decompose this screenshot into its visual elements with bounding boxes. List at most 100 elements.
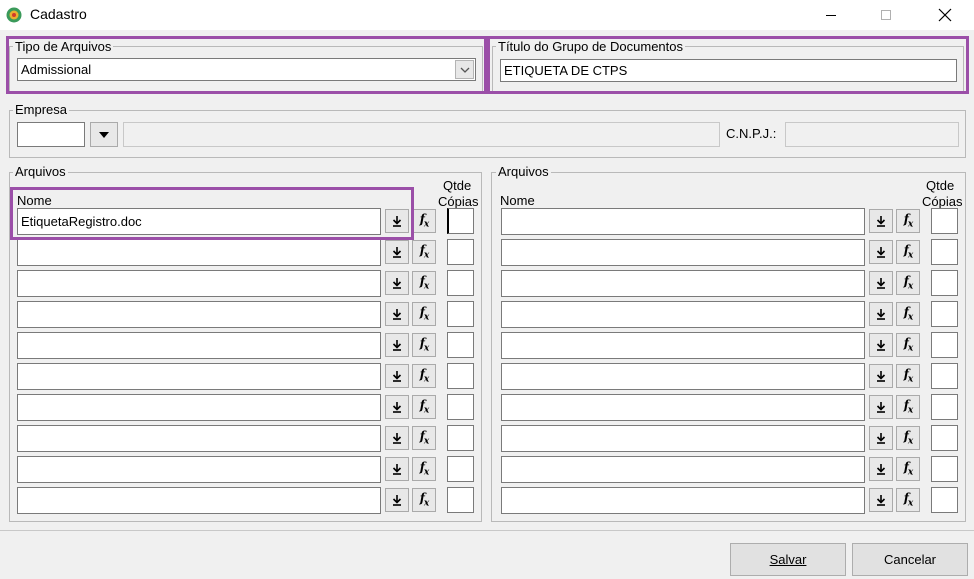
file-name-input[interactable] — [501, 208, 865, 235]
file-name-input[interactable] — [17, 332, 381, 359]
empresa-name-input[interactable] — [123, 122, 720, 147]
file-name-input[interactable] — [501, 239, 865, 266]
file-name-input[interactable] — [501, 456, 865, 483]
file-name-input[interactable] — [501, 487, 865, 514]
tipo-arquivos-select[interactable]: Admissional — [17, 58, 476, 81]
download-icon — [392, 216, 402, 227]
download-button[interactable] — [869, 488, 893, 512]
function-button[interactable]: fx — [412, 209, 436, 233]
download-button[interactable] — [869, 395, 893, 419]
file-name-input[interactable] — [17, 487, 381, 514]
file-name-input[interactable] — [501, 270, 865, 297]
copies-input[interactable] — [931, 487, 958, 513]
file-name-input[interactable] — [501, 394, 865, 421]
download-button[interactable] — [385, 488, 409, 512]
file-name-input[interactable] — [17, 239, 381, 266]
fx-function-icon: fx — [419, 305, 430, 323]
function-button[interactable]: fx — [896, 426, 920, 450]
download-button[interactable] — [385, 302, 409, 326]
maximize-button[interactable] — [863, 0, 909, 30]
function-button[interactable]: fx — [896, 364, 920, 388]
file-name-input[interactable] — [17, 301, 381, 328]
download-button[interactable] — [385, 426, 409, 450]
save-button[interactable]: Salvar — [730, 543, 846, 576]
file-name-input[interactable] — [17, 363, 381, 390]
download-button[interactable] — [385, 271, 409, 295]
copies-input[interactable] — [931, 208, 958, 234]
file-name-input[interactable] — [17, 456, 381, 483]
download-button[interactable] — [385, 395, 409, 419]
download-icon — [876, 278, 886, 289]
file-name-input[interactable] — [501, 332, 865, 359]
download-button[interactable] — [385, 333, 409, 357]
copies-input[interactable] — [931, 363, 958, 389]
function-button[interactable]: fx — [412, 457, 436, 481]
function-button[interactable]: fx — [896, 457, 920, 481]
copies-input[interactable] — [447, 487, 474, 513]
file-name-input[interactable] — [17, 394, 381, 421]
arquivos-left-label: Arquivos — [13, 164, 68, 179]
function-button[interactable]: fx — [896, 395, 920, 419]
download-button[interactable] — [869, 364, 893, 388]
copies-input[interactable] — [447, 425, 474, 451]
function-button[interactable]: fx — [412, 364, 436, 388]
empresa-dropdown-button[interactable] — [90, 122, 118, 147]
download-button[interactable] — [869, 457, 893, 481]
empresa-code-input[interactable] — [17, 122, 85, 147]
copies-input[interactable] — [931, 270, 958, 296]
file-name-input[interactable] — [501, 301, 865, 328]
fx-function-icon: fx — [903, 243, 914, 261]
download-button[interactable] — [385, 209, 409, 233]
copies-input[interactable] — [931, 425, 958, 451]
copies-input[interactable] — [447, 301, 474, 327]
close-button[interactable] — [922, 0, 968, 30]
download-icon — [876, 371, 886, 382]
copies-input[interactable] — [447, 332, 474, 358]
function-button[interactable]: fx — [896, 209, 920, 233]
copies-input[interactable] — [447, 270, 474, 296]
cancel-button[interactable]: Cancelar — [852, 543, 968, 576]
copies-input[interactable] — [931, 456, 958, 482]
copies-input[interactable] — [447, 394, 474, 420]
copies-input[interactable] — [447, 239, 474, 265]
titulo-grupo-input[interactable]: ETIQUETA DE CTPS — [500, 59, 957, 82]
copies-input[interactable] — [931, 239, 958, 265]
file-name-input[interactable]: EtiquetaRegistro.doc — [17, 208, 381, 235]
function-button[interactable]: fx — [896, 271, 920, 295]
download-button[interactable] — [385, 240, 409, 264]
function-button[interactable]: fx — [896, 333, 920, 357]
download-button[interactable] — [869, 240, 893, 264]
download-button[interactable] — [869, 271, 893, 295]
copies-input[interactable] — [931, 332, 958, 358]
function-button[interactable]: fx — [896, 488, 920, 512]
file-name-input[interactable] — [501, 425, 865, 452]
download-button[interactable] — [869, 333, 893, 357]
download-button[interactable] — [869, 302, 893, 326]
fx-function-icon: fx — [419, 398, 430, 416]
function-button[interactable]: fx — [412, 302, 436, 326]
copies-input[interactable] — [931, 394, 958, 420]
cnpj-input[interactable] — [785, 122, 959, 147]
function-button[interactable]: fx — [412, 271, 436, 295]
function-button[interactable]: fx — [412, 240, 436, 264]
function-button[interactable]: fx — [896, 302, 920, 326]
download-button[interactable] — [385, 364, 409, 388]
copies-input[interactable] — [447, 208, 474, 234]
chevron-down-icon[interactable] — [455, 60, 474, 79]
minimize-button[interactable] — [808, 0, 854, 30]
download-icon — [876, 309, 886, 320]
function-button[interactable]: fx — [412, 488, 436, 512]
download-button[interactable] — [385, 457, 409, 481]
function-button[interactable]: fx — [412, 426, 436, 450]
file-name-input[interactable] — [17, 425, 381, 452]
file-name-input[interactable] — [17, 270, 381, 297]
function-button[interactable]: fx — [896, 240, 920, 264]
copies-input[interactable] — [447, 363, 474, 389]
file-name-input[interactable] — [501, 363, 865, 390]
function-button[interactable]: fx — [412, 333, 436, 357]
copies-input[interactable] — [931, 301, 958, 327]
download-button[interactable] — [869, 209, 893, 233]
download-button[interactable] — [869, 426, 893, 450]
copies-input[interactable] — [447, 456, 474, 482]
function-button[interactable]: fx — [412, 395, 436, 419]
